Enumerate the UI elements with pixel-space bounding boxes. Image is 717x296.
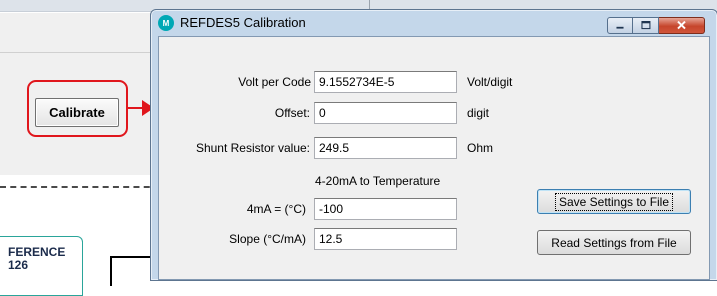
- reference-block: FERENCE 126: [0, 236, 83, 296]
- close-icon: [677, 20, 686, 30]
- minimize-button[interactable]: [607, 17, 633, 34]
- section-title: 4-20mA to Temperature: [315, 174, 441, 188]
- close-button[interactable]: [659, 17, 705, 34]
- background-divider: [0, 52, 160, 53]
- maximize-icon: [641, 21, 651, 30]
- dialog-titlebar[interactable]: M REFDES5 Calibration: [151, 10, 717, 36]
- shunt-resistor-unit: Ohm: [467, 141, 494, 155]
- maxim-logo-icon: M: [158, 15, 174, 31]
- slope-field[interactable]: 12.5: [314, 228, 457, 250]
- volt-per-code-unit: Volt/digit: [467, 75, 513, 89]
- volt-per-code-field[interactable]: 9.1552734E-5: [314, 71, 457, 93]
- dialog-title: REFDES5 Calibration: [180, 15, 306, 30]
- minimize-icon: [616, 26, 624, 29]
- offset-label: Offset:: [274, 106, 310, 120]
- offset-field[interactable]: 0: [314, 102, 457, 124]
- calibrate-button[interactable]: Calibrate: [35, 98, 119, 127]
- reference-number: 126: [8, 258, 29, 272]
- volt-per-code-label: Volt per Code: [238, 75, 311, 89]
- save-settings-button[interactable]: Save Settings to File: [537, 189, 691, 214]
- four-ma-field[interactable]: -100: [314, 198, 457, 220]
- calibration-dialog: M REFDES5 Calibration Volt per Code 9.15…: [150, 9, 717, 281]
- four-ma-label: 4mA = (°C): [246, 202, 306, 216]
- save-settings-label: Save Settings to File: [554, 192, 674, 211]
- shunt-resistor-label: Shunt Resistor value:: [195, 141, 310, 155]
- offset-unit: digit: [467, 106, 490, 120]
- slope-label: Slope (°C/mA): [229, 232, 306, 246]
- dialog-client-area: Volt per Code 9.1552734E-5 Volt/digit Of…: [158, 36, 710, 280]
- maximize-button[interactable]: [633, 17, 659, 34]
- window-controls: [607, 17, 705, 35]
- schematic-dashed-line: [0, 186, 160, 188]
- read-settings-button[interactable]: Read Settings from File: [537, 230, 691, 255]
- read-settings-label: Read Settings from File: [551, 235, 677, 250]
- shunt-resistor-field[interactable]: 249.5: [314, 137, 457, 159]
